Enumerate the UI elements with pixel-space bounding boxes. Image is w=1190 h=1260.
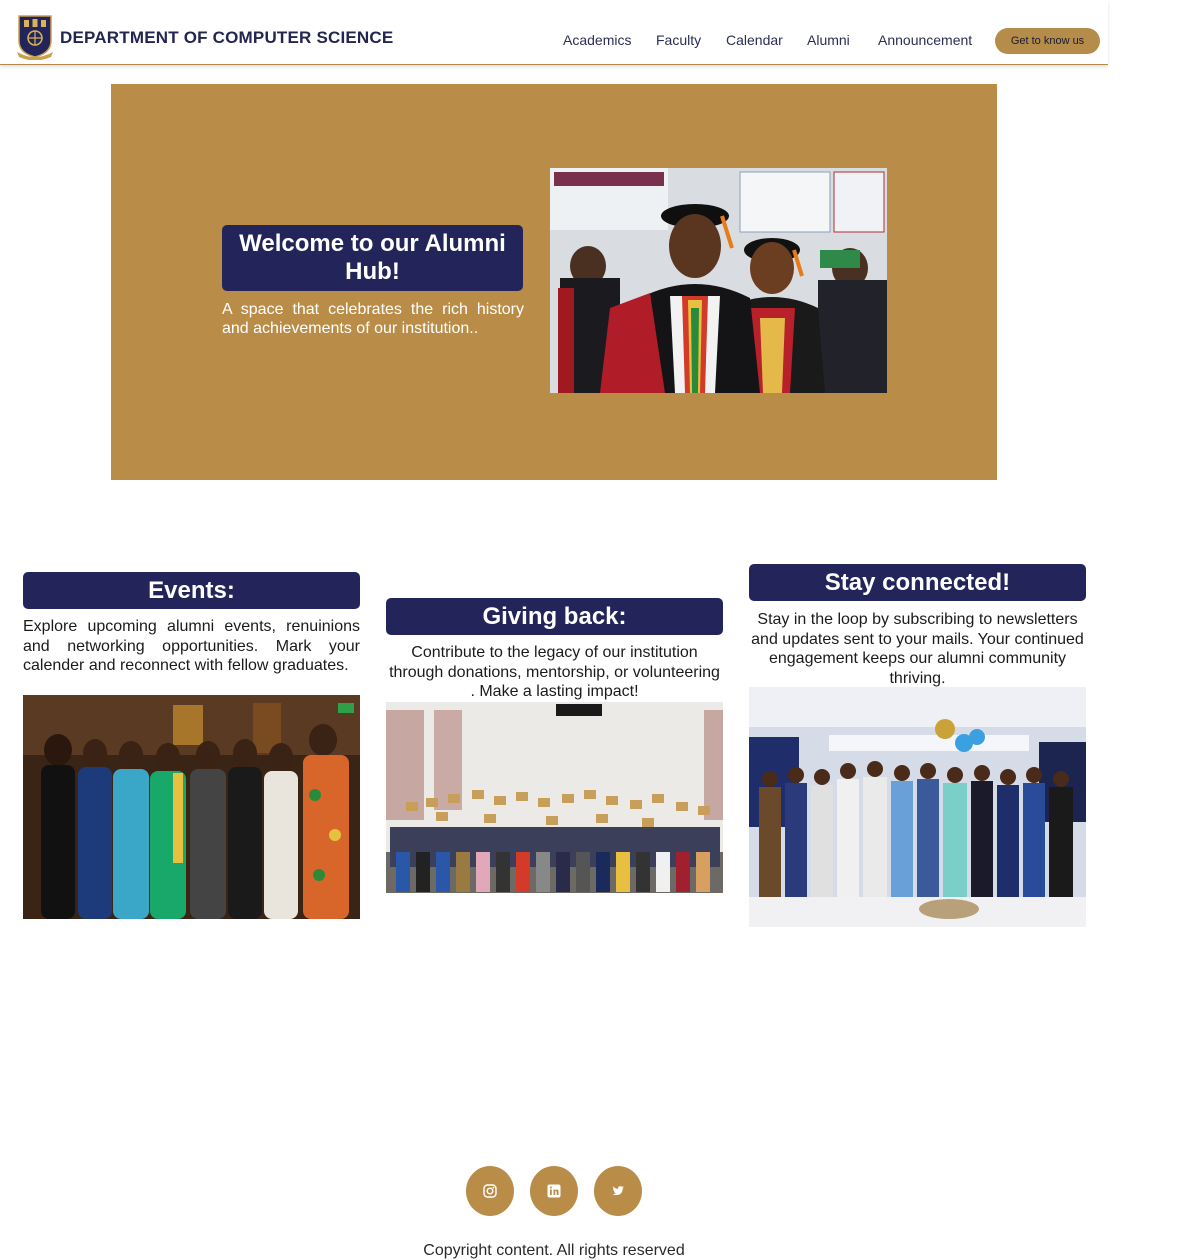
- nav-calendar[interactable]: Calendar: [726, 32, 783, 48]
- nav-academics[interactable]: Academics: [563, 32, 631, 48]
- hero-section: Welcome to our Alumni Hub! A space that …: [111, 84, 997, 480]
- site-header: DEPARTMENT OF COMPUTER SCIENCE Academics…: [0, 0, 1108, 65]
- hero-title: Welcome to our Alumni Hub!: [222, 225, 523, 291]
- stay-connected-card-text: Stay in the loop by subscribing to newsl…: [751, 611, 1084, 687]
- university-crest-logo[interactable]: [16, 14, 54, 60]
- hero-subtitle: A space that celebrates the rich history…: [222, 301, 524, 337]
- events-card-text: Explore upcoming alumni events, renuinio…: [23, 618, 360, 674]
- giving-back-card-text: Contribute to the legacy of our institut…: [389, 644, 720, 700]
- twitter-button[interactable]: [594, 1166, 642, 1216]
- nav-announcement[interactable]: Announcement: [878, 32, 972, 48]
- copyright-text: Copyright content. All rights reserved: [423, 1242, 685, 1259]
- giving-back-card-title: Giving back:: [386, 598, 723, 635]
- linkedin-icon: [547, 1184, 561, 1198]
- graduates-photo: [550, 168, 887, 393]
- twitter-icon: [612, 1186, 624, 1196]
- alumni-women-group-photo: [23, 695, 360, 919]
- department-title[interactable]: DEPARTMENT OF COMPUTER SCIENCE: [60, 28, 393, 48]
- linkedin-button[interactable]: [530, 1166, 578, 1216]
- get-to-know-us-button[interactable]: Get to know us: [995, 28, 1100, 54]
- donation-event-photo: [386, 702, 723, 893]
- stay-connected-card-title: Stay connected!: [749, 564, 1086, 601]
- instagram-icon: [483, 1184, 497, 1198]
- instagram-button[interactable]: [466, 1166, 514, 1216]
- nav-faculty[interactable]: Faculty: [656, 32, 701, 48]
- nav-alumni[interactable]: Alumni: [807, 32, 850, 48]
- alumni-gala-photo: [749, 687, 1086, 927]
- events-card-title: Events:: [23, 572, 360, 609]
